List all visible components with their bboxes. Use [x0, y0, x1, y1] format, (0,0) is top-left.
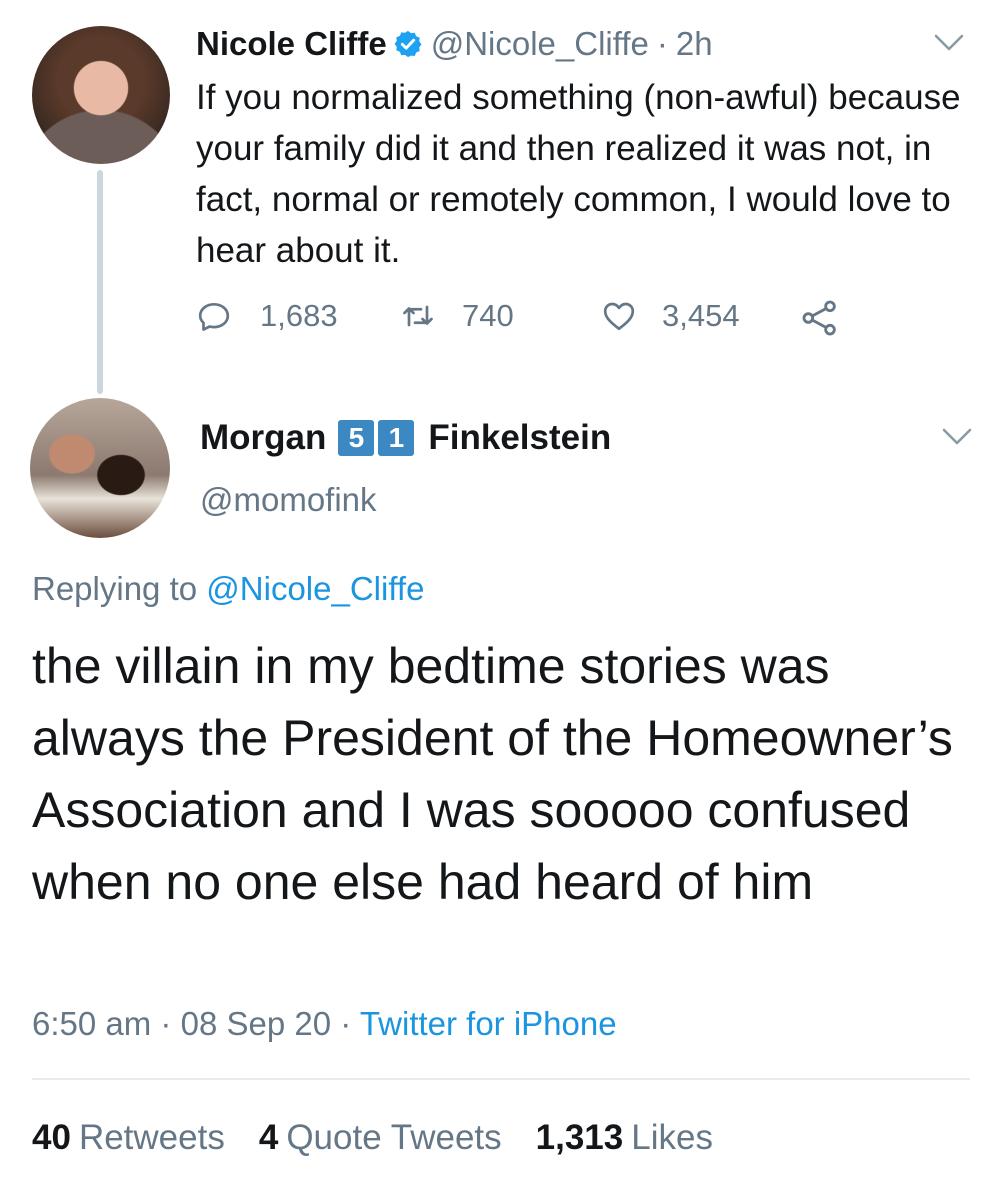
verified-badge-icon	[394, 30, 422, 58]
tweet1-handle[interactable]: @Nicole_Cliffe	[431, 22, 649, 66]
avatar-nicole-cliffe[interactable]	[32, 26, 170, 164]
replying-to-line: Replying to @Nicole_Cliffe	[32, 566, 424, 612]
tweet2-author-name[interactable]: Morgan 5 1 Finkelstein	[200, 414, 611, 462]
tweet-stats: 40 Retweets 4 Quote Tweets 1,313 Likes	[32, 1114, 713, 1162]
tweet-date[interactable]: 08 Sep 20	[181, 1005, 331, 1042]
tweet1-header: Nicole Cliffe @Nicole_Cliffe · 2h	[196, 22, 713, 66]
tweet1-body: If you normalized something (non-awful) …	[196, 78, 961, 270]
tweet1-time[interactable]: 2h	[676, 22, 713, 66]
meta-dot: ·	[340, 1005, 352, 1042]
replying-prefix: Replying to	[32, 570, 198, 607]
reply-icon	[198, 302, 230, 331]
meta-dot: ·	[160, 1005, 172, 1042]
thread-connector-line	[97, 170, 103, 394]
likes-stat[interactable]: 1,313 Likes	[536, 1114, 713, 1162]
tweet1-separator: ·	[656, 25, 668, 62]
quote-tweets-stat[interactable]: 4 Quote Tweets	[259, 1114, 502, 1162]
tweet2-body: the villain in my bedtime stories was al…	[32, 638, 953, 910]
quote-tweets-label: Quote Tweets	[286, 1118, 502, 1157]
like-count: 3,454	[662, 298, 740, 333]
quote-tweets-count: 4	[258, 1118, 279, 1157]
chevron-down-icon[interactable]	[934, 34, 964, 52]
retweet-icon	[403, 305, 433, 327]
retweets-stat[interactable]: 40 Retweets	[32, 1114, 225, 1162]
replying-to-link[interactable]: @Nicole_Cliffe	[206, 570, 424, 607]
reply-count: 1,683	[260, 298, 338, 333]
likes-label: Likes	[631, 1118, 713, 1157]
heart-icon	[603, 302, 635, 331]
likes-count: 1,313	[535, 1118, 624, 1157]
author-first-name: Morgan	[200, 418, 327, 457]
name-emoji-badges: 5 1	[338, 420, 418, 456]
reply-button[interactable]: 1,683	[196, 298, 338, 334]
chevron-down-icon[interactable]	[942, 428, 972, 446]
like-button[interactable]: 3,454	[600, 298, 740, 334]
tweet-source-link[interactable]: Twitter for iPhone	[360, 1005, 617, 1042]
tweet-time[interactable]: 6:50 am	[32, 1005, 151, 1042]
share-icon[interactable]	[800, 298, 840, 338]
retweets-count: 40	[32, 1118, 71, 1157]
retweets-label: Retweets	[78, 1118, 225, 1157]
avatar-morgan-finkelstein[interactable]	[30, 398, 170, 538]
tweet1-author-name[interactable]: Nicole Cliffe	[196, 22, 387, 66]
retweet-button[interactable]: 740	[398, 298, 514, 334]
keycap-5-badge: 5	[338, 420, 375, 456]
divider	[32, 1078, 970, 1080]
keycap-1-badge: 1	[378, 420, 415, 456]
author-last-name: Finkelstein	[428, 418, 612, 457]
tweet2-handle[interactable]: @momofink	[200, 478, 377, 522]
retweet-count: 740	[462, 298, 514, 333]
tweet2-meta: 6:50 am · 08 Sep 20 · Twitter for iPhone	[32, 1000, 617, 1048]
